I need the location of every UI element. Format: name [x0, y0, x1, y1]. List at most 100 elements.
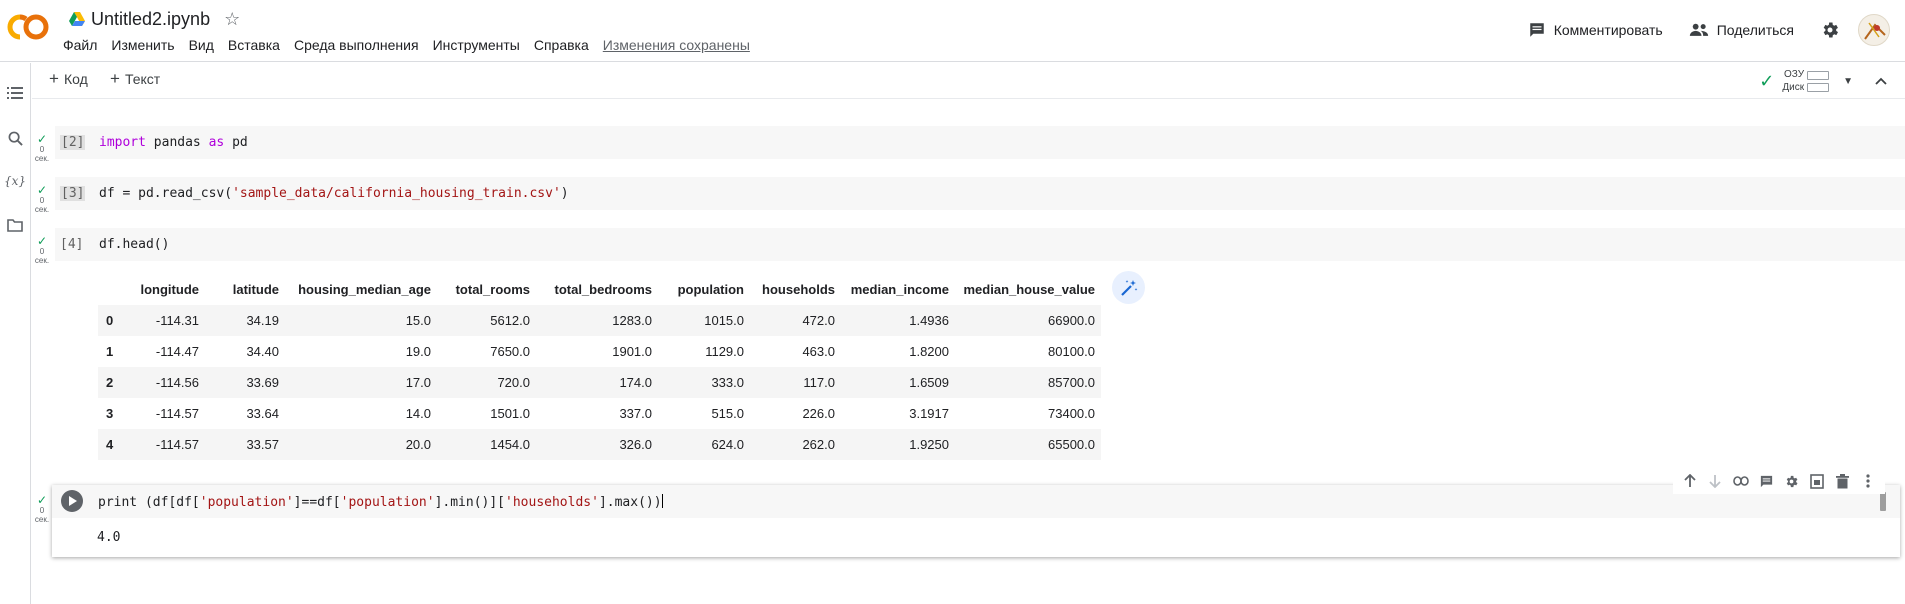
row-index: 4	[98, 429, 122, 460]
menu-tools[interactable]: Инструменты	[433, 37, 520, 53]
code-editor[interactable]: import pandas as pd	[99, 135, 248, 150]
suggest-charts-button[interactable]	[1112, 271, 1145, 304]
menu-help[interactable]: Справка	[534, 37, 589, 53]
ram-label: ОЗУ	[1784, 69, 1805, 80]
share-button[interactable]: Поделиться	[1689, 21, 1794, 39]
comment-icon[interactable]	[1757, 472, 1775, 490]
run-cell-button[interactable]	[61, 490, 83, 512]
code-cell[interactable]: [3] df = pd.read_csv('sample_data/califo…	[55, 177, 1905, 210]
code-cell[interactable]: [4] df.head()	[55, 228, 1905, 261]
text-cursor	[661, 494, 663, 508]
add-code-label: Код	[63, 71, 88, 87]
code-token: )	[560, 186, 569, 201]
code-editor-area[interactable]: print (df[df['population']==df['populati…	[52, 485, 1900, 518]
resource-labels: ОЗУ Диск	[1782, 68, 1804, 94]
exec-unit: сек.	[34, 205, 50, 214]
code-token: ]==df[	[293, 495, 341, 510]
table-cell: 515.0	[711, 406, 744, 421]
menu-bar: Файл Изменить Вид Вставка Среда выполнен…	[63, 37, 750, 53]
execution-count[interactable]: [4]	[60, 237, 83, 252]
table-cell: 624.0	[658, 429, 750, 460]
mirror-cell-icon[interactable]	[1808, 472, 1826, 490]
menu-edit[interactable]: Изменить	[111, 37, 174, 53]
play-icon	[69, 496, 77, 506]
table-cell: 33.57	[205, 429, 285, 460]
exec-unit: сек.	[34, 256, 50, 265]
execution-count[interactable]: [2]	[60, 135, 86, 150]
table-row: 2 -114.56 33.69 17.0 720.0 174.0 333.0 1…	[98, 367, 1101, 398]
toc-icon[interactable]	[5, 83, 25, 103]
menu-runtime[interactable]: Среда выполнения	[294, 37, 419, 53]
save-status-link[interactable]: Изменения сохранены	[603, 37, 750, 53]
active-code-cell[interactable]: print (df[df['population']==df['populati…	[52, 485, 1900, 557]
table-cell: 1501.0	[490, 406, 530, 421]
arrow-down-icon[interactable]	[1706, 472, 1724, 490]
code-token: ].max())	[598, 495, 662, 510]
header-actions: Комментировать Поделиться	[1528, 12, 1905, 48]
table-cell: 1454.0	[437, 429, 536, 460]
ram-bar	[1807, 70, 1830, 80]
disk-bar	[1807, 82, 1830, 92]
code-editor[interactable]: df = pd.read_csv('sample_data/california…	[99, 186, 569, 201]
table-cell: 15.0	[285, 305, 437, 336]
column-header: median_house_value	[963, 281, 1096, 297]
table-cell: 14.0	[405, 406, 431, 421]
code-cell[interactable]: [2] import pandas as pd	[55, 126, 1905, 159]
table-cell: 33.64	[246, 406, 279, 421]
gear-icon[interactable]	[1783, 472, 1801, 490]
code-token: pandas	[145, 135, 209, 150]
notebook-toolbar: + Код + Текст ✓ ОЗУ Диск ▼	[32, 63, 1905, 99]
menu-view[interactable]: Вид	[189, 37, 214, 53]
table-cell: 472.0	[750, 305, 841, 336]
exec-time: 0	[39, 247, 45, 256]
menu-file[interactable]: Файл	[63, 37, 97, 53]
plus-icon: +	[49, 69, 59, 88]
execution-count[interactable]: [3]	[60, 186, 86, 201]
notebook-title[interactable]: Untitled2.ipynb	[91, 9, 210, 30]
table-cell: 73400.0	[1048, 406, 1095, 421]
table-cell: 5612.0	[437, 305, 536, 336]
cell-status: ✓ 0 сек.	[32, 494, 52, 524]
code-editor[interactable]: df.head()	[99, 237, 169, 252]
table-cell: 117.0	[750, 367, 841, 398]
cell-status: ✓ 0 сек.	[32, 184, 52, 214]
table-cell: 326.0	[536, 429, 658, 460]
table-cell: 1901.0	[612, 344, 652, 359]
exec-time: 0	[39, 196, 45, 205]
menu-insert[interactable]: Вставка	[228, 37, 280, 53]
table-cell: 333.0	[658, 367, 750, 398]
settings-gear-icon[interactable]	[1820, 20, 1840, 40]
code-token: 'population'	[199, 495, 294, 510]
link-icon[interactable]	[1732, 472, 1750, 490]
table-cell: 337.0	[619, 406, 652, 421]
table-cell: -114.31	[122, 305, 205, 336]
table-cell: 19.0	[405, 344, 431, 359]
code-token: 'sample_data/california_housing_train.cs…	[232, 186, 561, 201]
delete-icon[interactable]	[1834, 472, 1852, 490]
check-icon: ✓	[36, 183, 48, 197]
more-vert-icon[interactable]	[1859, 472, 1877, 490]
arrow-up-icon[interactable]	[1681, 472, 1699, 490]
code-token: as	[208, 135, 225, 150]
search-icon[interactable]	[5, 128, 25, 148]
table-cell: 1015.0	[658, 305, 750, 336]
add-text-button[interactable]: + Текст	[110, 70, 160, 87]
resources-indicator[interactable]: ✓ ОЗУ Диск ▼	[1759, 67, 1887, 95]
column-header: housing_median_age	[298, 281, 431, 297]
code-editor[interactable]: print (df[df['population']==df['populati…	[98, 494, 663, 510]
add-code-button[interactable]: + Код	[49, 69, 88, 88]
collapse-header-icon[interactable]	[1875, 77, 1887, 85]
star-icon[interactable]: ☆	[224, 10, 240, 28]
variables-icon[interactable]: {x}	[4, 171, 26, 191]
horizontal-scrollbar[interactable]	[1880, 492, 1886, 511]
table-cell: 226.0	[802, 406, 835, 421]
resources-dropdown-icon[interactable]: ▼	[1843, 76, 1853, 87]
table-row: 0 -114.31 34.19 15.0 5612.0 1283.0 1015.…	[98, 305, 1101, 336]
cell-status: ✓ 0 сек.	[32, 133, 52, 163]
user-avatar[interactable]	[1858, 14, 1890, 46]
code-token: print (df[df[	[98, 495, 200, 510]
comment-button[interactable]: Комментировать	[1528, 21, 1663, 39]
colab-logo[interactable]	[6, 13, 50, 41]
folder-icon[interactable]	[5, 215, 25, 235]
row-index: 0	[98, 305, 122, 336]
